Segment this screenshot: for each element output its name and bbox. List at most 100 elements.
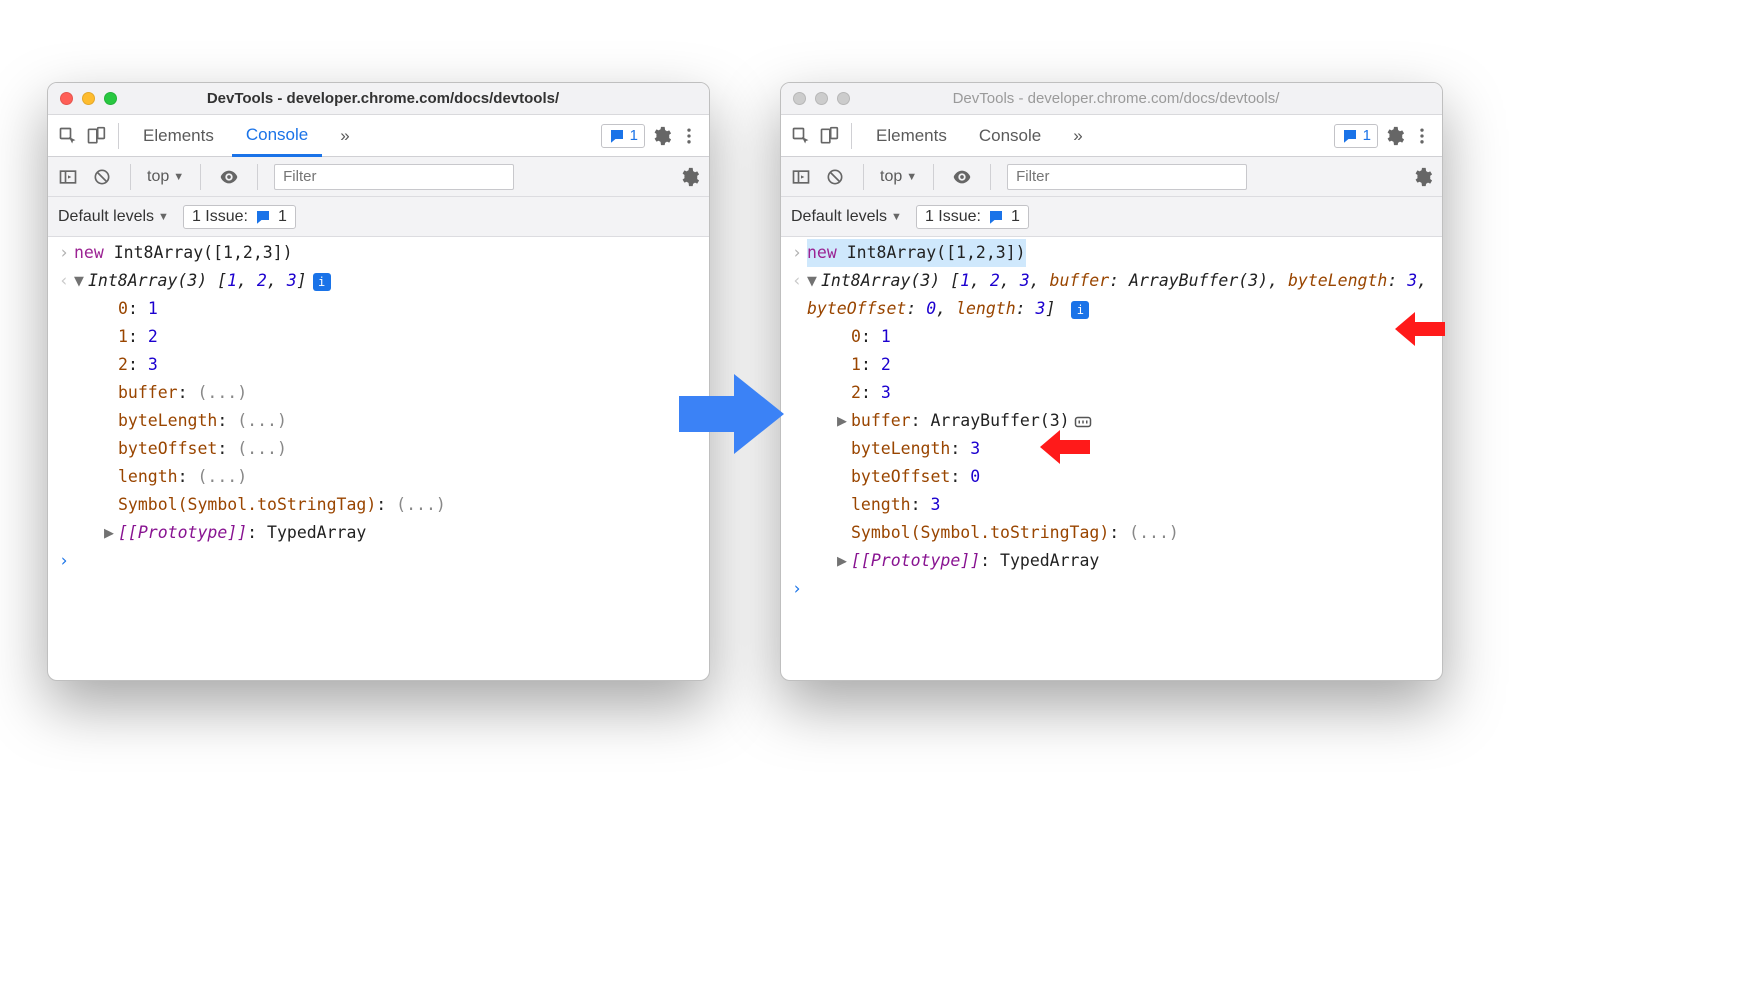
info-badge-icon[interactable]: i <box>313 273 331 291</box>
titlebar: DevTools - developer.chrome.com/docs/dev… <box>48 83 709 115</box>
issues-badge[interactable]: 1 Issue: 1 <box>183 205 296 229</box>
filter-input[interactable] <box>1007 164 1247 190</box>
minimize-icon[interactable] <box>82 92 95 105</box>
result-summary[interactable]: ▼Int8Array(3) [1, 2, 3, buffer: ArrayBuf… <box>807 267 1436 323</box>
filter-input[interactable] <box>274 164 514 190</box>
array-entry: 0: 1 <box>807 323 891 351</box>
messages-count: 1 <box>630 127 638 144</box>
console-settings-icon[interactable] <box>1410 165 1434 189</box>
issues-label: 1 Issue: <box>192 208 248 226</box>
object-prop[interactable]: length: (...) <box>74 463 247 491</box>
prompt-out-icon: ‹ <box>787 267 807 295</box>
inspect-icon[interactable] <box>789 124 813 148</box>
object-prop: byteLength: 3 <box>807 435 980 463</box>
chevron-down-icon: ▼ <box>173 171 184 183</box>
minimize-icon[interactable] <box>815 92 828 105</box>
array-entry: 1: 2 <box>74 323 158 351</box>
object-prop[interactable]: byteOffset: (...) <box>74 435 287 463</box>
info-badge-icon[interactable]: i <box>1071 301 1089 319</box>
context-selector[interactable]: top ▼ <box>880 168 917 186</box>
messages-badge[interactable]: 1 <box>601 124 645 148</box>
disclosure-closed-icon[interactable]: ▶ <box>104 519 118 547</box>
disclosure-closed-icon[interactable]: ▶ <box>837 547 851 575</box>
maximize-icon[interactable] <box>837 92 850 105</box>
sidebar-toggle-icon[interactable] <box>789 165 813 189</box>
device-mode-icon[interactable] <box>84 124 108 148</box>
issues-badge[interactable]: 1 Issue: 1 <box>916 205 1029 229</box>
tab-console[interactable]: Console <box>232 115 322 157</box>
console-settings-icon[interactable] <box>677 165 701 189</box>
clear-console-icon[interactable] <box>823 165 847 189</box>
array-entry: 1: 2 <box>807 351 891 379</box>
sidebar-toggle-icon[interactable] <box>56 165 80 189</box>
prototype-row[interactable]: ▶[[Prototype]]: TypedArray <box>807 547 1099 575</box>
callout-arrow-icon <box>1395 312 1445 346</box>
issues-label: 1 Issue: <box>925 208 981 226</box>
chevron-down-icon: ▼ <box>158 211 169 223</box>
tab-elements[interactable]: Elements <box>862 115 961 157</box>
object-prop[interactable]: buffer: (...) <box>74 379 247 407</box>
prompt-ready-icon[interactable]: › <box>787 575 807 603</box>
prompt-ready-icon[interactable]: › <box>54 547 74 575</box>
console-toolbar: top ▼ <box>781 157 1442 197</box>
live-expression-icon[interactable] <box>217 165 241 189</box>
callout-arrow-icon <box>1040 430 1090 464</box>
prototype-row[interactable]: ▶[[Prototype]]: TypedArray <box>74 519 366 547</box>
inspect-icon[interactable] <box>56 124 80 148</box>
clear-console-icon[interactable] <box>90 165 114 189</box>
close-icon[interactable] <box>793 92 806 105</box>
issues-count: 1 <box>278 208 287 226</box>
disclosure-open-icon[interactable]: ▼ <box>807 267 821 295</box>
filter-field[interactable] <box>274 164 514 190</box>
window-title: DevTools - developer.chrome.com/docs/dev… <box>117 90 709 107</box>
levels-label: Default levels <box>58 208 154 226</box>
object-prop[interactable]: byteLength: (...) <box>74 407 287 435</box>
chevron-down-icon: ▼ <box>891 211 902 223</box>
device-mode-icon[interactable] <box>817 124 841 148</box>
filter-field[interactable] <box>1007 164 1247 190</box>
window-title: DevTools - developer.chrome.com/docs/dev… <box>850 90 1442 107</box>
array-entry: 2: 3 <box>807 379 891 407</box>
console-subtoolbar: Default levels ▼ 1 Issue: 1 <box>781 197 1442 237</box>
devtools-window-after: DevTools - developer.chrome.com/docs/dev… <box>780 82 1443 681</box>
main-toolbar: Elements Console » 1 <box>48 115 709 157</box>
context-selector[interactable]: top ▼ <box>147 168 184 186</box>
tab-more[interactable]: » <box>326 115 363 157</box>
memory-icon[interactable] <box>1074 415 1092 429</box>
array-entry: 2: 3 <box>74 351 158 379</box>
messages-count: 1 <box>1363 127 1371 144</box>
context-label: top <box>147 168 169 186</box>
more-menu-icon[interactable] <box>1410 124 1434 148</box>
live-expression-icon[interactable] <box>950 165 974 189</box>
levels-selector[interactable]: Default levels ▼ <box>791 208 902 226</box>
console-output: › new Int8Array([1,2,3]) ‹ ▼Int8Array(3)… <box>781 237 1442 680</box>
context-label: top <box>880 168 902 186</box>
chevron-down-icon: ▼ <box>906 171 917 183</box>
maximize-icon[interactable] <box>104 92 117 105</box>
result-summary[interactable]: ▼Int8Array(3) [1, 2, 3]i <box>74 267 331 295</box>
main-toolbar: Elements Console » 1 <box>781 115 1442 157</box>
issues-count: 1 <box>1011 208 1020 226</box>
console-input-line: new Int8Array([1,2,3]) <box>74 239 293 267</box>
levels-selector[interactable]: Default levels ▼ <box>58 208 169 226</box>
transition-arrow-icon <box>679 374 784 454</box>
object-prop: Symbol(Symbol.toStringTag): (...) <box>74 491 446 519</box>
tab-elements[interactable]: Elements <box>129 115 228 157</box>
more-menu-icon[interactable] <box>677 124 701 148</box>
console-output: › new Int8Array([1,2,3]) ‹ ▼Int8Array(3)… <box>48 237 709 680</box>
object-prop: length: 3 <box>807 491 940 519</box>
settings-icon[interactable] <box>649 124 673 148</box>
levels-label: Default levels <box>791 208 887 226</box>
disclosure-closed-icon[interactable]: ▶ <box>837 407 851 435</box>
console-subtoolbar: Default levels ▼ 1 Issue: 1 <box>48 197 709 237</box>
messages-badge[interactable]: 1 <box>1334 124 1378 148</box>
devtools-window-before: DevTools - developer.chrome.com/docs/dev… <box>47 82 710 681</box>
settings-icon[interactable] <box>1382 124 1406 148</box>
disclosure-open-icon[interactable]: ▼ <box>74 267 88 295</box>
tab-console[interactable]: Console <box>965 115 1055 157</box>
object-prop: Symbol(Symbol.toStringTag): (...) <box>807 519 1179 547</box>
close-icon[interactable] <box>60 92 73 105</box>
object-prop: byteOffset: 0 <box>807 463 980 491</box>
tab-more[interactable]: » <box>1059 115 1096 157</box>
console-input-line: new Int8Array([1,2,3]) <box>807 239 1026 267</box>
